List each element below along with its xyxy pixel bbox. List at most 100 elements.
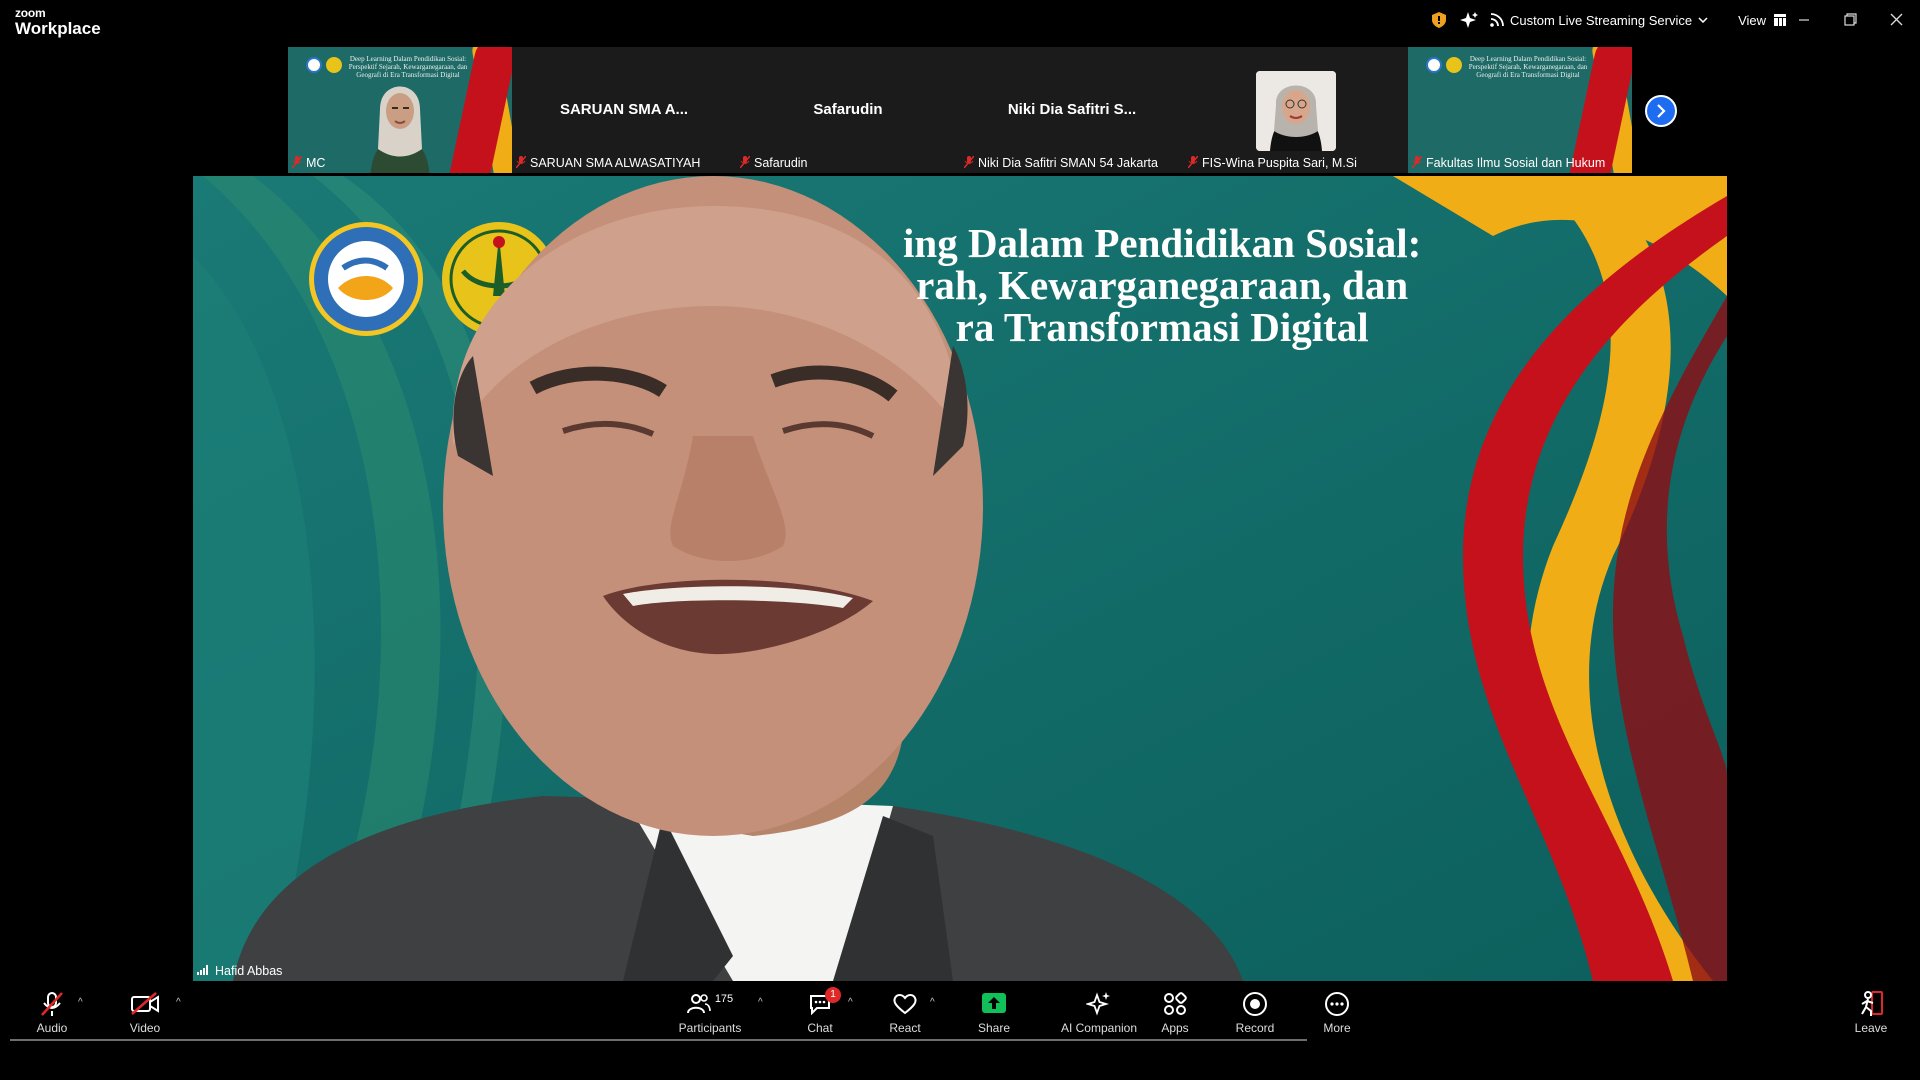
share-label: Share	[977, 1021, 1011, 1035]
participants-count: 175	[714, 993, 734, 1005]
shield-icon[interactable]	[1432, 12, 1446, 28]
grid-view-icon[interactable]	[1774, 14, 1787, 26]
participant-label: Niki Dia Safitri SMAN 54 Jakarta	[960, 153, 1164, 173]
more-button[interactable]: More	[1292, 989, 1382, 1035]
participant-name: FIS-Wina Puspita Sari, M.Si	[1202, 156, 1357, 170]
leave-button[interactable]: Leave	[1826, 989, 1916, 1035]
record-icon	[1210, 989, 1300, 1019]
diktisaintek-logo	[309, 222, 423, 336]
participant-name: MC	[306, 156, 326, 170]
restore-icon[interactable]	[1844, 13, 1857, 26]
unj-logo-icon	[1446, 57, 1462, 73]
chat-options-caret-icon[interactable]: ^	[848, 997, 853, 1008]
participants-icon	[686, 992, 711, 1017]
active-speaker-video[interactable]: ing Dalam Pendidikan Sosial: rah, Kewarg…	[193, 176, 1727, 981]
react-options-caret-icon[interactable]: ^	[930, 997, 935, 1008]
slide-title-line: ing Dalam Pendidikan Sosial:	[903, 220, 1422, 266]
chevron-down-icon[interactable]	[1698, 17, 1708, 23]
share-icon	[949, 989, 1039, 1019]
chevron-right-icon	[1657, 104, 1666, 118]
chat-label: Chat	[807, 1021, 833, 1035]
apps-icon	[1130, 989, 1220, 1019]
slide-title-line: ra Transformasi Digital	[955, 304, 1369, 350]
signal-strength-icon	[197, 964, 209, 978]
audio-label: Audio	[36, 1021, 68, 1035]
participants-icon-wrap: 175	[665, 989, 755, 1019]
speaker-name-label: Hafid Abbas	[193, 961, 282, 981]
close-icon[interactable]	[1890, 13, 1903, 26]
unj-logo-icon	[326, 57, 342, 73]
view-button[interactable]: View	[1738, 13, 1766, 28]
participant-display-name: Niki Dia Safitri S...	[1007, 101, 1137, 118]
next-page-button[interactable]	[1645, 95, 1677, 127]
mic-muted-icon	[7, 989, 97, 1019]
toolbar-divider	[10, 1039, 1307, 1041]
speaker-name: Hafid Abbas	[215, 964, 283, 978]
react-button[interactable]: React	[860, 989, 950, 1035]
more-label: More	[1323, 1021, 1351, 1035]
live-stream-icon[interactable]	[1490, 13, 1504, 27]
share-button[interactable]: Share	[949, 989, 1039, 1035]
participant-display-name: Safarudin	[813, 101, 883, 118]
participant-label: SARUAN SMA ALWASATIYAH	[512, 153, 706, 173]
title-bar: zoom Workplace Custom Live Streaming Ser…	[0, 0, 1920, 44]
participant-display-name: SARUAN SMA A...	[559, 101, 689, 118]
diktisaintek-logo-icon	[1426, 57, 1442, 73]
mic-muted-icon	[963, 155, 975, 171]
mic-muted-icon	[515, 155, 527, 171]
avatar	[1256, 71, 1336, 151]
slide-title-line: rah, Kewarganegaraan, dan	[916, 262, 1409, 308]
participant-tile[interactable]: Deep Learning Dalam Pendidikan Sosial: P…	[1408, 47, 1632, 173]
apps-button[interactable]: Apps	[1130, 989, 1220, 1035]
participant-tile[interactable]: FIS-Wina Puspita Sari, M.Si	[1184, 47, 1408, 173]
audio-button[interactable]: Audio	[7, 989, 97, 1035]
participant-label: MC	[288, 153, 331, 173]
participant-label: Safarudin	[736, 153, 814, 173]
participant-label: Fakultas Ilmu Sosial dan Hukum	[1408, 153, 1611, 173]
brand-top-text: zoom	[15, 6, 46, 20]
thumb-slide-text: Deep Learning Dalam Pendidikan Sosial: P…	[1468, 55, 1588, 79]
zoom-window: zoom Workplace Custom Live Streaming Ser…	[0, 0, 1920, 1080]
participants-options-caret-icon[interactable]: ^	[758, 997, 763, 1008]
participant-tile-mc[interactable]: Deep Learning Dalam Pendidikan Sosial: P…	[288, 47, 512, 173]
participant-tile[interactable]: Niki Dia Safitri S... Niki Dia Safitri S…	[960, 47, 1184, 173]
titlebar-status: Custom Live Streaming Service View	[1432, 0, 1787, 40]
chat-unread-badge: 1	[825, 987, 841, 1003]
ai-sparkle-icon[interactable]	[1460, 11, 1478, 29]
leave-label: Leave	[1854, 1021, 1888, 1035]
zoom-logo: zoom Workplace	[15, 7, 101, 37]
participant-tile[interactable]: SARUAN SMA A... SARUAN SMA ALWASATIYAH	[512, 47, 736, 173]
leave-icon	[1826, 989, 1916, 1019]
participants-button[interactable]: 175 Participants	[665, 989, 755, 1035]
participant-name: Fakultas Ilmu Sosial dan Hukum	[1426, 156, 1606, 170]
mic-muted-icon	[1187, 155, 1199, 171]
more-icon	[1292, 989, 1382, 1019]
participant-filmstrip: Deep Learning Dalam Pendidikan Sosial: P…	[288, 47, 1633, 173]
participant-name: SARUAN SMA ALWASATIYAH	[530, 156, 701, 170]
participant-tile[interactable]: Safarudin Safarudin	[736, 47, 960, 173]
react-label: React	[889, 1021, 921, 1035]
audio-options-caret-icon[interactable]: ^	[78, 997, 83, 1008]
participants-label: Participants	[678, 1021, 742, 1035]
mic-muted-icon	[291, 155, 303, 171]
heart-icon	[860, 989, 950, 1019]
video-button[interactable]: Video	[100, 989, 190, 1035]
record-button[interactable]: Record	[1210, 989, 1300, 1035]
mic-muted-icon	[739, 155, 751, 171]
record-label: Record	[1235, 1021, 1275, 1035]
participant-name: Safarudin	[754, 156, 808, 170]
meeting-toolbar: Audio ^ Video ^ 175 Participants ^ 1 Cha…	[0, 981, 1920, 1080]
mc-person-image	[370, 86, 430, 173]
participant-label: FIS-Wina Puspita Sari, M.Si	[1184, 153, 1363, 173]
mic-muted-icon	[1411, 155, 1423, 171]
diktisaintek-logo-icon	[306, 57, 322, 73]
participant-name: Niki Dia Safitri SMAN 54 Jakarta	[978, 156, 1158, 170]
brand-bottom-text: Workplace	[15, 19, 101, 38]
video-label: Video	[129, 1021, 161, 1035]
slide-title: ing Dalam Pendidikan Sosial: rah, Kewarg…	[903, 222, 1421, 348]
minimize-icon[interactable]	[1798, 14, 1810, 26]
video-options-caret-icon[interactable]: ^	[176, 997, 181, 1008]
apps-label: Apps	[1161, 1021, 1189, 1035]
chat-button[interactable]: 1 Chat	[775, 987, 865, 1035]
streaming-service-label[interactable]: Custom Live Streaming Service	[1510, 13, 1692, 28]
